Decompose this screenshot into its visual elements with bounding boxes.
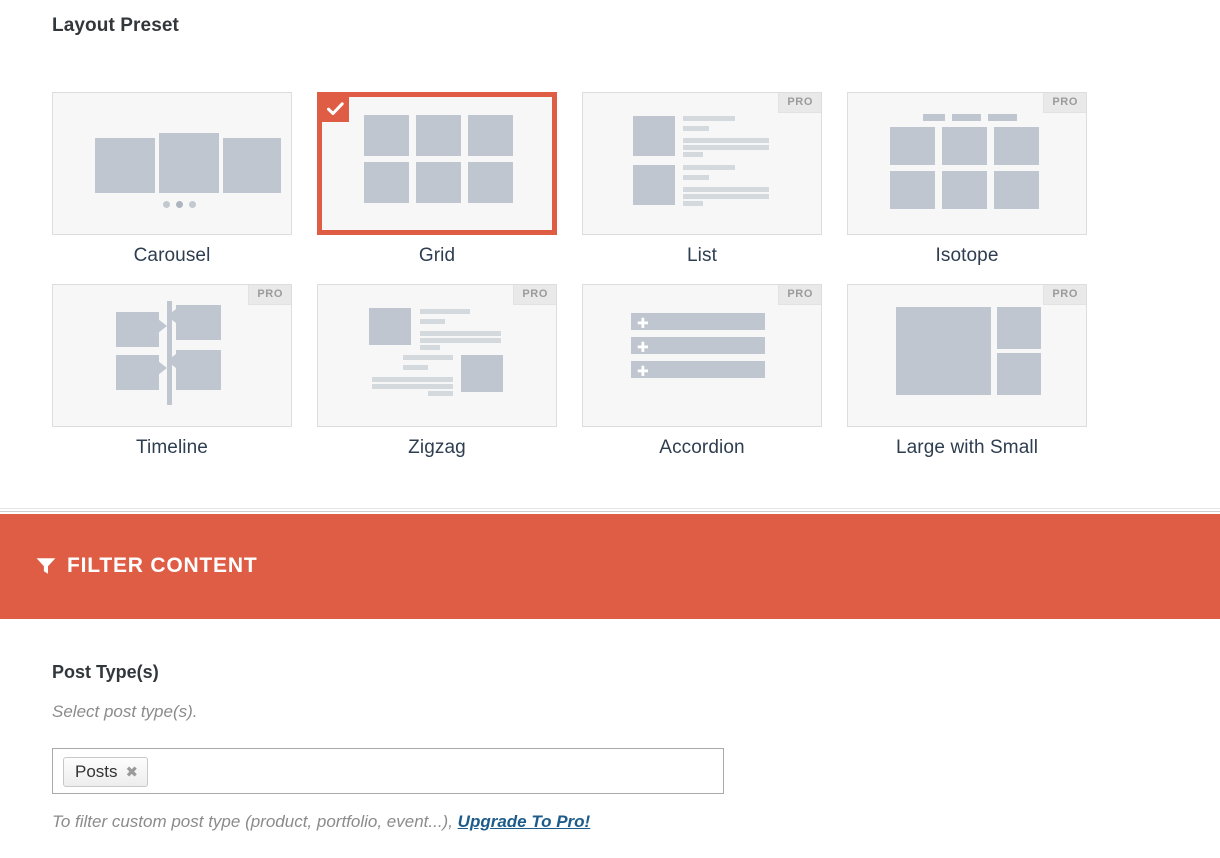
- preset-card-large-with-small[interactable]: PRO Large with Small: [847, 284, 1087, 459]
- help-text-prefix: To filter custom post type (product, por…: [52, 812, 458, 831]
- pro-badge: PRO: [778, 285, 821, 305]
- isotope-mock: [848, 93, 1086, 234]
- preset-label-timeline: Timeline: [52, 437, 292, 459]
- pro-badge: PRO: [1043, 285, 1086, 305]
- filter-content-title: FILTER CONTENT: [67, 554, 257, 578]
- zigzag-mock: [318, 285, 556, 426]
- timeline-mock: [53, 285, 291, 426]
- list-mock: [583, 93, 821, 234]
- large-with-small-mock: [848, 285, 1086, 426]
- layout-preset-page: Layout Preset Carousel: [0, 0, 1220, 858]
- preset-label-list: List: [582, 245, 822, 267]
- preset-thumb-carousel[interactable]: [52, 92, 292, 235]
- preset-card-carousel[interactable]: Carousel: [52, 92, 292, 267]
- layout-preset-grid: Carousel Grid: [52, 92, 1092, 459]
- section-divider: [0, 508, 1220, 509]
- preset-card-timeline[interactable]: PRO Timeline: [52, 284, 292, 459]
- page-title: Layout Preset: [52, 15, 179, 37]
- post-type-description: Select post type(s).: [52, 702, 198, 722]
- close-icon[interactable]: ✖: [126, 765, 139, 780]
- preset-thumb-timeline[interactable]: PRO: [52, 284, 292, 427]
- preset-thumb-accordion[interactable]: PRO ✚ ✚ ✚: [582, 284, 822, 427]
- preset-card-zigzag[interactable]: PRO Zigzag: [317, 284, 557, 459]
- preset-label-accordion: Accordion: [582, 437, 822, 459]
- grid-mock: [322, 97, 552, 230]
- tag-label: Posts: [75, 762, 118, 782]
- upgrade-to-pro-link[interactable]: Upgrade To Pro!: [458, 812, 591, 831]
- selected-check-icon: [322, 97, 349, 122]
- preset-card-list[interactable]: PRO List: [582, 92, 822, 267]
- pro-badge: PRO: [778, 93, 821, 113]
- accordion-mock: ✚ ✚ ✚: [583, 285, 821, 426]
- preset-label-carousel: Carousel: [52, 245, 292, 267]
- preset-thumb-isotope[interactable]: PRO: [847, 92, 1087, 235]
- preset-label-large-with-small: Large with Small: [847, 437, 1087, 459]
- preset-thumb-list[interactable]: PRO: [582, 92, 822, 235]
- pro-badge: PRO: [1043, 93, 1086, 113]
- post-type-help-text: To filter custom post type (product, por…: [52, 812, 590, 832]
- preset-card-isotope[interactable]: PRO Isotope: [847, 92, 1087, 267]
- pro-badge: PRO: [513, 285, 556, 305]
- carousel-mock: [53, 93, 291, 234]
- post-type-label: Post Type(s): [52, 662, 159, 683]
- filter-content-header[interactable]: FILTER CONTENT: [0, 514, 1220, 619]
- section-divider-shadow: [0, 511, 1220, 512]
- post-type-tag-posts[interactable]: Posts ✖: [63, 757, 148, 787]
- funnel-icon: [36, 557, 56, 575]
- preset-thumb-large-with-small[interactable]: PRO: [847, 284, 1087, 427]
- post-type-input[interactable]: Posts ✖: [52, 748, 724, 794]
- pro-badge: PRO: [248, 285, 291, 305]
- preset-thumb-grid[interactable]: [317, 92, 557, 235]
- preset-label-grid: Grid: [317, 245, 557, 267]
- preset-card-grid[interactable]: Grid: [317, 92, 557, 267]
- preset-thumb-zigzag[interactable]: PRO: [317, 284, 557, 427]
- preset-card-accordion[interactable]: PRO ✚ ✚ ✚ Accordion: [582, 284, 822, 459]
- preset-label-zigzag: Zigzag: [317, 437, 557, 459]
- preset-label-isotope: Isotope: [847, 245, 1087, 267]
